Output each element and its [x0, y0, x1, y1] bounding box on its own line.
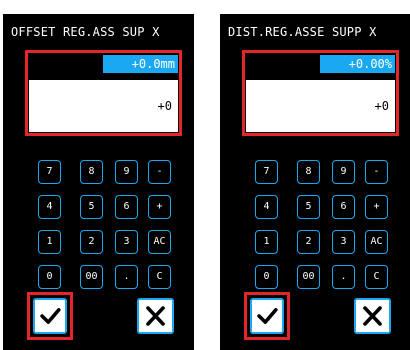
key-1[interactable]: 1 [38, 230, 61, 254]
key-5[interactable]: 5 [297, 195, 320, 219]
key-5[interactable]: 5 [80, 195, 103, 219]
key-9[interactable]: 9 [115, 160, 138, 184]
key-2[interactable]: 2 [297, 230, 320, 254]
value-input[interactable]: +0 [246, 80, 395, 132]
current-value: +0.00% [320, 55, 395, 73]
key-minus[interactable]: - [148, 160, 171, 184]
key-0[interactable]: 0 [255, 265, 278, 289]
key-7[interactable]: 7 [255, 160, 278, 184]
key-plus[interactable]: + [365, 195, 388, 219]
value-input[interactable]: +0 [29, 80, 178, 132]
highlight-box-confirm [244, 292, 290, 340]
key-plus[interactable]: + [148, 195, 171, 219]
panel-title: OFFSET REG.ASS SUP X [11, 25, 160, 39]
panel-title: DIST.REG.ASSE SUPP X [228, 25, 377, 39]
key-c[interactable]: C [148, 265, 171, 289]
key-ac[interactable]: AC [148, 230, 171, 254]
key-dot[interactable]: . [115, 265, 138, 289]
key-6[interactable]: 6 [332, 195, 355, 219]
left-panel: OFFSET REG.ASS SUP X +0.0mm +0 7 8 9 - 4… [3, 14, 194, 350]
key-7[interactable]: 7 [38, 160, 61, 184]
highlight-box-confirm [27, 292, 73, 340]
cancel-button[interactable] [354, 298, 391, 334]
key-9[interactable]: 9 [332, 160, 355, 184]
key-6[interactable]: 6 [115, 195, 138, 219]
key-1[interactable]: 1 [255, 230, 278, 254]
key-8[interactable]: 8 [297, 160, 320, 184]
key-4[interactable]: 4 [38, 195, 61, 219]
key-3[interactable]: 3 [115, 230, 138, 254]
key-0[interactable]: 0 [38, 265, 61, 289]
key-3[interactable]: 3 [332, 230, 355, 254]
cancel-button[interactable] [137, 298, 174, 334]
key-2[interactable]: 2 [80, 230, 103, 254]
key-c[interactable]: C [365, 265, 388, 289]
key-minus[interactable]: - [365, 160, 388, 184]
x-icon [146, 306, 165, 326]
x-icon [363, 306, 382, 326]
current-value: +0.0mm [103, 55, 178, 73]
key-4[interactable]: 4 [255, 195, 278, 219]
key-ac[interactable]: AC [365, 230, 388, 254]
key-dot[interactable]: . [332, 265, 355, 289]
key-00[interactable]: 00 [297, 265, 320, 289]
right-panel: DIST.REG.ASSE SUPP X +0.00% +0 7 8 9 - 4… [220, 14, 410, 350]
key-00[interactable]: 00 [80, 265, 103, 289]
key-8[interactable]: 8 [80, 160, 103, 184]
